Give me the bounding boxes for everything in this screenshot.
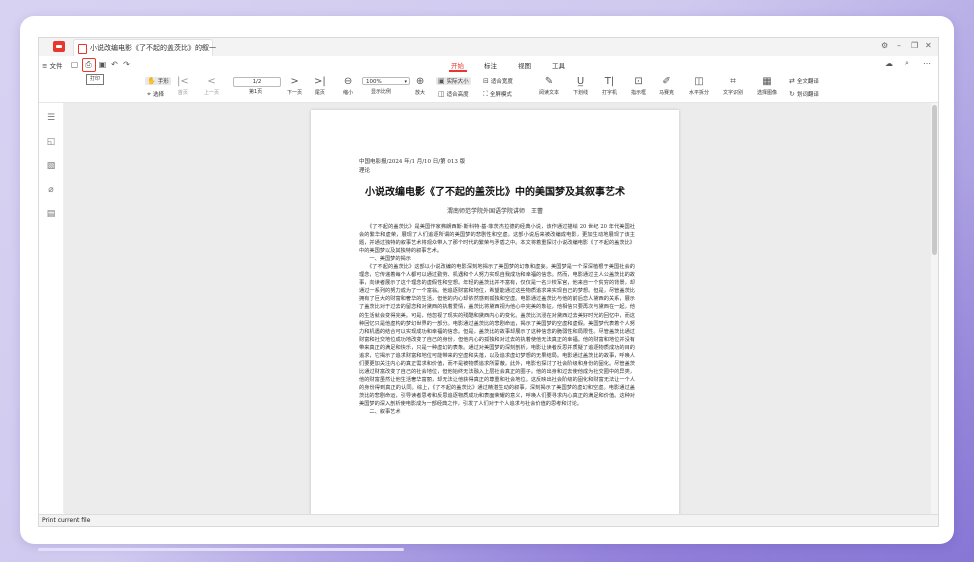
translate-icon: ⇄ bbox=[789, 77, 795, 85]
page-number-input[interactable]: 1/2 bbox=[233, 77, 281, 87]
doc-section-heading: 一、美国梦的揭示 bbox=[359, 256, 411, 263]
redo-icon[interactable]: ↷ bbox=[121, 59, 132, 70]
translate-word-button[interactable]: ↻ 划词翻译 bbox=[789, 90, 819, 98]
translate-full-button[interactable]: ⇄ 全文翻译 bbox=[789, 77, 819, 85]
fit-height-icon: ◫ bbox=[438, 90, 445, 98]
open-file-icon[interactable]: ▢ bbox=[69, 59, 80, 70]
document-tab[interactable]: 小说改编电影《了不起的盖茨比》的叙一 × bbox=[73, 39, 216, 57]
fullscreen-icon: ⛶ bbox=[483, 90, 488, 98]
print-icon[interactable]: ⎙ bbox=[83, 59, 94, 70]
left-sidebar: ☰ ◱ ▧ ⌀ ▤ bbox=[39, 103, 64, 513]
doc-author: 渭南师范学院外国语学院讲师 王蕾 bbox=[446, 208, 543, 215]
first-page-button[interactable]: |< 首页 bbox=[177, 76, 189, 96]
settings-icon[interactable]: ⚙ bbox=[881, 41, 888, 50]
pdf-app-window: 小说改编电影《了不起的盖茨比》的叙一 × ⚙ – ❐ ✕ ≡ 文件 ▢ ⎙ ▣ … bbox=[38, 37, 939, 527]
chevron-down-icon: ▾ bbox=[404, 79, 407, 85]
page-icon[interactable]: ▤ bbox=[45, 209, 57, 219]
save-icon[interactable]: ▣ bbox=[97, 59, 108, 70]
document-page: 中国电影报/2024 年/1 月/10 日/第 013 版 理论 小说改编电影《… bbox=[311, 110, 679, 520]
title-bar: 小说改编电影《了不起的盖茨比》的叙一 × ⚙ – ❐ ✕ bbox=[39, 38, 938, 57]
page-label: 第1页 bbox=[249, 89, 263, 95]
maximize-icon[interactable]: ❐ bbox=[911, 41, 918, 50]
fit-width-button[interactable]: ⊟ 适合宽度 bbox=[483, 77, 513, 85]
doc-body: 《了不起的盖茨比》是美国作家弗朗西斯·斯科特·基·菲茨杰拉德的经典小说，该作通过… bbox=[359, 223, 635, 416]
last-page-icon: >| bbox=[314, 76, 326, 87]
cloud-icon[interactable]: ☁ bbox=[885, 59, 893, 68]
active-tab-indicator bbox=[449, 70, 467, 72]
zoom-ratio-label: 显示比例 bbox=[371, 89, 392, 95]
typewriter-button[interactable]: T| 打字机 bbox=[602, 76, 617, 96]
vertical-scrollbar[interactable] bbox=[931, 103, 938, 514]
outline-list-icon[interactable]: ☰ bbox=[45, 113, 57, 123]
more-icon[interactable]: ⋯ bbox=[923, 59, 931, 68]
bookmark-icon[interactable]: ◱ bbox=[45, 137, 57, 147]
zoom-out-button[interactable]: ⊖ 缩小 bbox=[343, 76, 353, 96]
doc-category: 理论 bbox=[359, 168, 371, 174]
file-menu-button[interactable]: ≡ 文件 bbox=[42, 60, 63, 70]
translate-word-icon: ↻ bbox=[789, 90, 795, 98]
mosaic-button[interactable]: ✐ 马赛克 bbox=[659, 76, 674, 96]
zoom-out-icon: ⊖ bbox=[343, 76, 353, 87]
search-icon[interactable]: ⌕ bbox=[905, 59, 909, 68]
callout-icon: ⊡ bbox=[634, 76, 643, 87]
zoom-in-button[interactable]: ⊕ 放大 bbox=[415, 76, 425, 96]
actual-size-button[interactable]: ▣ 实际大小 bbox=[436, 77, 471, 85]
hand-icon: ✋ bbox=[147, 77, 156, 85]
select-tool-button[interactable]: ⌖ 选择 bbox=[147, 90, 164, 99]
print-tooltip: 打印 bbox=[86, 74, 105, 85]
app-logo-icon[interactable] bbox=[53, 41, 65, 52]
next-page-button[interactable]: > 下一页 bbox=[287, 76, 302, 96]
fit-width-icon: ⊟ bbox=[483, 77, 489, 85]
callout-button[interactable]: ⊡ 指示框 bbox=[631, 76, 646, 96]
prev-page-button[interactable]: < 上一页 bbox=[204, 76, 219, 96]
first-page-icon: |< bbox=[177, 76, 189, 87]
split-button[interactable]: ◫ 水平拆分 bbox=[689, 76, 709, 96]
ocr-icon: ⌗ bbox=[730, 76, 736, 87]
read-text-button[interactable]: ✎ 阅读文本 bbox=[539, 76, 559, 96]
marker-icon: ✐ bbox=[662, 76, 671, 87]
minimize-icon[interactable]: – bbox=[897, 41, 901, 50]
underline-icon: U̲ bbox=[576, 76, 585, 87]
tab-tools[interactable]: 工具 bbox=[552, 60, 565, 70]
status-bar: Print current file bbox=[39, 514, 938, 526]
tab-annotate[interactable]: 标注 bbox=[484, 60, 497, 70]
underline-button[interactable]: U̲ 下划线 bbox=[573, 76, 588, 96]
doc-source-line: 中国电影报/2024 年/1 月/10 日/第 013 版 bbox=[359, 159, 466, 165]
hand-tool-button[interactable]: ✋ 手形 bbox=[145, 77, 171, 85]
pen-icon: ✎ bbox=[544, 76, 554, 87]
scrollbar-thumb[interactable] bbox=[932, 105, 937, 255]
doc-section-heading: 二、叙事艺术 bbox=[359, 409, 401, 416]
document-viewport[interactable]: 中国电影报/2024 年/1 月/10 日/第 013 版 理论 小说改编电影《… bbox=[64, 103, 938, 520]
close-window-icon[interactable]: ✕ bbox=[925, 41, 932, 50]
tab-view[interactable]: 视图 bbox=[518, 60, 531, 70]
doc-paragraph: 《了不起的盖茨比》这部以小说改编的电影深刻地揭示了美国梦的幻象和虚妄。美国梦是一… bbox=[359, 264, 635, 408]
toolbar: ≡ 文件 ▢ ⎙ ▣ ↶ ↷ 打印 开始 标注 视图 工具 ☁ ⌕ ⋯ ✋ 手形 … bbox=[39, 56, 938, 103]
tab-home[interactable]: 开始 bbox=[451, 60, 464, 70]
doc-paragraph: 《了不起的盖茨比》是美国作家弗朗西斯·斯科特·基·菲茨杰拉德的经典小说，该作通过… bbox=[359, 224, 635, 255]
split-icon: ◫ bbox=[694, 76, 704, 87]
tab-close-icon[interactable]: × bbox=[200, 43, 206, 51]
image-icon: ▦ bbox=[762, 76, 772, 87]
zoom-in-icon: ⊕ bbox=[415, 76, 425, 87]
fullscreen-button[interactable]: ⛶ 全屏模式 bbox=[483, 90, 512, 99]
tab-title: 小说改编电影《了不起的盖茨比》的叙一 bbox=[90, 44, 216, 52]
zoom-select[interactable]: 100% ▾ bbox=[362, 77, 410, 85]
ocr-button[interactable]: ⌗ 文字识别 bbox=[723, 76, 743, 96]
select-image-button[interactable]: ▦ 选择图像 bbox=[757, 76, 777, 96]
chevron-left-icon: < bbox=[207, 76, 216, 87]
status-text: Print current file bbox=[42, 517, 91, 524]
cursor-icon: ⌖ bbox=[147, 90, 151, 98]
pdf-file-icon bbox=[78, 44, 87, 54]
fit-height-button[interactable]: ◫ 适合高度 bbox=[438, 90, 469, 98]
last-page-button[interactable]: >| 尾页 bbox=[314, 76, 326, 96]
thumbnail-icon[interactable]: ▧ bbox=[45, 161, 57, 171]
chevron-right-icon: > bbox=[290, 76, 299, 87]
typewriter-icon: T| bbox=[604, 76, 615, 87]
decorative-line bbox=[38, 548, 404, 551]
doc-title: 小说改编电影《了不起的盖茨比》中的美国梦及其叙事艺术 bbox=[365, 187, 625, 198]
undo-icon[interactable]: ↶ bbox=[109, 59, 120, 70]
attachment-icon[interactable]: ⌀ bbox=[45, 185, 57, 195]
actual-size-icon: ▣ bbox=[438, 77, 445, 85]
